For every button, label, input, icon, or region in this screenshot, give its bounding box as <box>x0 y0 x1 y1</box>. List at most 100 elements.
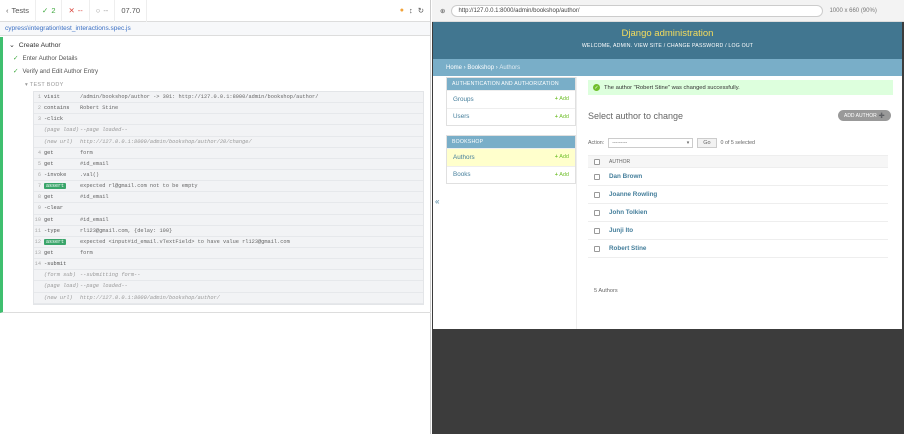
selected-count: 0 of 5 selected <box>720 140 755 146</box>
command-name: get <box>44 194 54 201</box>
tests-back-button[interactable]: ‹ Tests <box>0 0 37 22</box>
row-checkbox[interactable] <box>594 209 600 216</box>
action-select[interactable]: --------- ▾ <box>608 138 694 148</box>
module-caption[interactable]: AUTHENTICATION AND AUTHORIZATION <box>447 78 575 90</box>
aut-url-field[interactable]: http://127.0.0.1:8000/admin/bookshop/aut… <box>451 4 824 17</box>
aut-url-bar: ⊕ http://127.0.0.1:8000/admin/bookshop/a… <box>432 0 904 22</box>
command-row[interactable]: 4 get form <box>34 148 423 159</box>
plus-circle-icon: ➕ <box>878 112 885 119</box>
table-body: Dan Brown Joanne Rowling John Tolkien Junji… <box>588 168 888 258</box>
command-message: expected rl@gmail.com not to be empty <box>80 183 198 190</box>
restart-icon[interactable]: ↻ <box>418 6 424 15</box>
plus-icon: + <box>554 154 558 161</box>
command-message: #id_email <box>80 194 109 201</box>
row-checkbox[interactable] <box>594 245 600 252</box>
command-row[interactable]: (page load) --page loaded-- <box>34 281 423 293</box>
go-button[interactable]: Go <box>697 138 717 148</box>
sidebar-item-books[interactable]: Books + Add <box>447 165 575 184</box>
command-row[interactable]: 12 assert expected <input#id_email.vTextFi… <box>34 237 423 248</box>
command-message: http://127.0.0.1:8000/admin/bookshop/aut… <box>80 294 220 301</box>
sidebar-item-authors[interactable]: Authors + Add <box>447 148 575 166</box>
add-link[interactable]: + Add <box>555 96 569 102</box>
command-name: assert <box>44 238 67 245</box>
page-title: Select author to change <box>588 111 684 121</box>
command-number: 10 <box>34 216 41 223</box>
test-item[interactable]: ✓ Verify and Edit Author Entry <box>3 62 431 76</box>
command-row[interactable]: (form sub) --submitting form-- <box>34 270 423 282</box>
django-header: Django administration WELCOME, ADMIN. VI… <box>433 22 902 59</box>
author-link[interactable]: Robert Stine <box>609 245 646 252</box>
command-row[interactable]: 7 assert expected rl@gmail.com not to be e… <box>34 181 423 193</box>
spec-path-bar: cypress\integration\test_interactions.sp… <box>0 22 430 36</box>
add-author-button[interactable]: ADD AUTHOR ➕ <box>837 110 891 121</box>
command-name: get <box>44 149 54 156</box>
command-message: --submitting form-- <box>80 272 141 279</box>
command-number: 6 <box>37 172 41 179</box>
command-name: get <box>44 160 54 167</box>
column-header-author[interactable]: AUTHOR <box>609 159 630 165</box>
command-row[interactable]: 5 get #id_email <box>34 159 423 170</box>
command-number: 7 <box>37 183 41 190</box>
command-message: /admin/bookshop/author -> 301: http://12… <box>80 94 319 101</box>
author-link[interactable]: Junji Ito <box>609 227 633 234</box>
command-row[interactable]: 14 -submit <box>34 259 423 271</box>
scroll-toggle-icon[interactable]: ↕ <box>409 6 413 15</box>
row-checkbox[interactable] <box>594 227 600 234</box>
sidebar-item-users[interactable]: Users + Add <box>447 107 575 126</box>
suite-title[interactable]: ⌄ Create Author <box>3 37 431 50</box>
command-row[interactable]: (new url) http://127.0.0.1:8000/admin/boo… <box>34 137 423 148</box>
command-name: (new url) <box>44 138 73 145</box>
command-log: ⌄ Create Author ✓ Enter Author Details ✓… <box>0 37 431 313</box>
author-link[interactable]: Dan Brown <box>609 173 642 180</box>
plus-icon: + <box>554 96 558 103</box>
collapse-sidebar-icon[interactable]: « <box>435 197 439 206</box>
result-count: 5 Authors <box>594 288 618 294</box>
runner-controls: ● ↕ ↻ <box>394 0 430 22</box>
module-auth: AUTHENTICATION AND AUTHORIZATION Groups … <box>446 77 576 126</box>
breadcrumb-app[interactable]: Bookshop <box>467 65 494 71</box>
command-row[interactable]: 11 -type rl123@gmail.com, {delay: 100} <box>34 226 423 237</box>
command-message: #id_email <box>80 160 109 167</box>
command-row[interactable]: (page load) --page loaded-- <box>34 125 423 137</box>
user-tools[interactable]: WELCOME, ADMIN. VIEW SITE / CHANGE PASSW… <box>433 43 902 49</box>
spec-path[interactable]: cypress\integration\test_interactions.sp… <box>5 25 131 32</box>
module-caption[interactable]: BOOKSHOP <box>447 136 575 148</box>
author-link[interactable]: Joanne Rowling <box>609 191 657 198</box>
command-number: 14 <box>34 261 41 268</box>
table-header: AUTHOR <box>588 155 888 168</box>
command-row[interactable]: 1 visit/admin/bookshop/author -> 301: htt… <box>34 92 423 104</box>
command-row[interactable]: 3 -click <box>34 114 423 126</box>
command-row[interactable]: 10 get #id_email <box>34 215 423 226</box>
sidebar-item-groups[interactable]: Groups + Add <box>447 90 575 108</box>
add-link[interactable]: + Add <box>555 114 569 120</box>
command-row[interactable]: 9 -clear <box>34 203 423 215</box>
test-body-label[interactable]: ▾ TEST BODY <box>3 75 431 91</box>
breadcrumb-current: Authors <box>499 64 521 71</box>
row-checkbox[interactable] <box>594 173 600 180</box>
command-row[interactable]: 2 contains Robert Stine <box>34 103 423 115</box>
select-all-checkbox[interactable] <box>594 158 600 165</box>
command-row[interactable]: (new url) http://127.0.0.1:8000/admin/boo… <box>34 293 423 304</box>
command-row[interactable]: 8 get #id_email <box>34 192 423 204</box>
command-message: --page loaded-- <box>80 127 128 134</box>
crosshair-icon[interactable]: ⊕ <box>440 7 445 15</box>
author-link[interactable]: John Tolkien <box>609 209 647 216</box>
command-message: --page loaded-- <box>80 283 128 290</box>
breadcrumb-home[interactable]: Home <box>446 65 462 71</box>
add-link[interactable]: + Add <box>555 154 569 160</box>
row-checkbox[interactable] <box>594 191 600 198</box>
command-row[interactable]: 6 -invoke .val() <box>34 170 423 182</box>
success-message: ✓ The author "Robert Stine" was changed … <box>588 80 893 95</box>
passed-count: ✓ 2 <box>36 0 63 22</box>
test-item[interactable]: ✓ Enter Author Details <box>3 49 431 63</box>
command-message: Robert Stine <box>80 105 119 112</box>
tests-label: Tests <box>11 6 30 15</box>
chevron-left-icon: ‹ <box>6 6 9 15</box>
actions-bar: Action: --------- ▾ Go 0 of 5 selected <box>588 138 755 148</box>
command-row[interactable]: 13 get form <box>34 248 423 260</box>
x-icon: ✕ <box>68 6 75 15</box>
add-link[interactable]: + Add <box>555 172 569 178</box>
module-bookshop: BOOKSHOP Authors + Add Books + Add <box>446 135 576 184</box>
site-title[interactable]: Django administration <box>433 28 902 39</box>
command-message: expected <input#id_email.vTextField> to … <box>80 238 290 245</box>
